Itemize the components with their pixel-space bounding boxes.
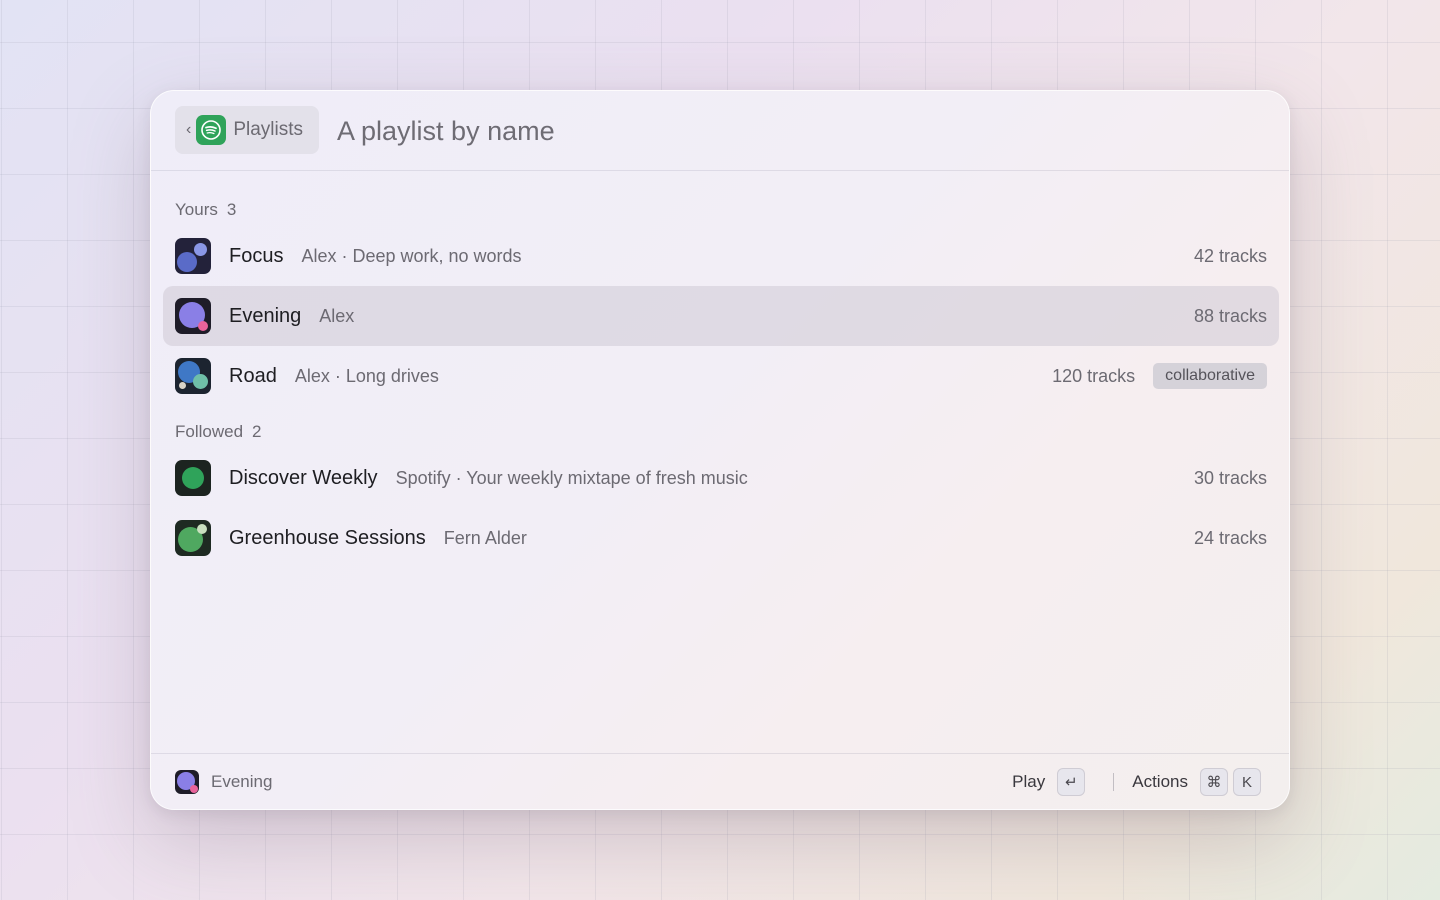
track-count: 30 tracks bbox=[1193, 467, 1267, 488]
divider bbox=[1113, 773, 1115, 791]
selected-playlist-artwork-icon bbox=[175, 770, 199, 794]
selected-item-label: Evening bbox=[211, 772, 273, 791]
track-count: 120 tracks bbox=[1052, 365, 1136, 386]
playlist-artwork-evening-icon bbox=[175, 298, 211, 334]
spotify-logo-icon bbox=[196, 115, 227, 145]
section-label: Yours bbox=[175, 200, 218, 219]
track-count: 42 tracks bbox=[1193, 245, 1267, 266]
playlist-subtitle: Alex bbox=[319, 305, 355, 326]
playlist-title: Greenhouse Sessions bbox=[229, 526, 426, 549]
playlist-artwork-greenhouse-sessions-icon bbox=[175, 520, 211, 556]
play-button[interactable]: Play bbox=[1012, 772, 1045, 792]
section-count: 2 bbox=[252, 422, 262, 441]
track-count: 24 tracks bbox=[1193, 527, 1267, 548]
search-input[interactable] bbox=[337, 111, 1037, 151]
playlist-artwork-focus-icon bbox=[175, 238, 211, 274]
return-key-icon: ↵ bbox=[1057, 768, 1086, 796]
command-palette-window: ‹ Playlists Yours 3 Focus Alex · Deep wor… bbox=[150, 90, 1290, 810]
list-item-discover-weekly[interactable]: Discover Weekly Spotify · Your weekly mi… bbox=[163, 448, 1279, 508]
list-item-road[interactable]: Road Alex · Long drives 120 tracks colla… bbox=[163, 346, 1279, 406]
section-header-followed: Followed 2 bbox=[175, 422, 262, 442]
playlist-subtitle: Alex · Deep work, no words bbox=[301, 245, 522, 266]
collaborative-badge: collaborative bbox=[1153, 363, 1267, 389]
playlist-title: Discover Weekly bbox=[229, 466, 378, 489]
back-to-playlists-button[interactable]: ‹ Playlists bbox=[175, 106, 319, 154]
list-item-evening[interactable]: Evening Alex 88 tracks bbox=[163, 286, 1279, 346]
playlist-artwork-road-icon bbox=[175, 358, 211, 394]
section-header-yours: Yours 3 bbox=[175, 200, 236, 220]
track-count: 88 tracks bbox=[1193, 305, 1267, 326]
search-header: ‹ Playlists bbox=[151, 91, 1289, 171]
playlist-artwork-discover-weekly-icon bbox=[175, 460, 211, 496]
section-count: 3 bbox=[226, 200, 237, 219]
footer-actions: Play ↵ Actions ⌘ K bbox=[1012, 767, 1261, 797]
back-button-label: Playlists bbox=[233, 119, 304, 140]
playlist-subtitle: Alex · Long drives bbox=[294, 365, 439, 386]
playlist-title: Focus bbox=[229, 244, 284, 267]
playlist-subtitle: Fern Alder bbox=[443, 527, 527, 548]
list-item-focus[interactable]: Focus Alex · Deep work, no words 42 trac… bbox=[163, 226, 1279, 286]
actions-button[interactable]: Actions bbox=[1132, 772, 1188, 792]
chevron-left-icon: ‹ bbox=[186, 121, 192, 138]
section-label: Followed bbox=[175, 422, 244, 441]
playlist-title: Evening bbox=[229, 304, 302, 327]
list-item-greenhouse-sessions[interactable]: Greenhouse Sessions Fern Alder 24 tracks bbox=[163, 508, 1279, 568]
playlist-subtitle: Spotify · Your weekly mixtape of fresh m… bbox=[395, 467, 748, 488]
k-key-icon: K bbox=[1233, 768, 1261, 796]
playlist-title: Road bbox=[229, 364, 277, 387]
action-bar: Evening Play ↵ Actions ⌘ K bbox=[151, 753, 1289, 809]
command-key-icon: ⌘ bbox=[1200, 768, 1228, 796]
